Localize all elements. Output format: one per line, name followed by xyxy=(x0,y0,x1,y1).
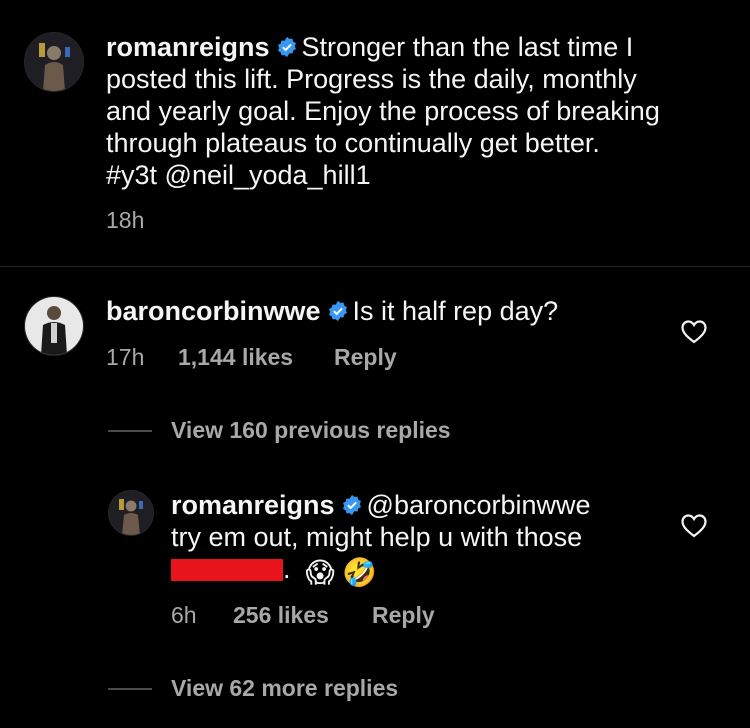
reply-reply-label[interactable]: Reply xyxy=(372,602,435,628)
view-more-replies[interactable]: View 62 more replies xyxy=(171,675,398,702)
heart-outline-icon[interactable] xyxy=(681,320,707,344)
reply-likes-count[interactable]: 256 likes xyxy=(233,602,329,628)
caption-line-1: Stronger than the last time I xyxy=(301,32,634,62)
caption-line-3: and yearly goal. Enjoy the process of br… xyxy=(106,96,660,126)
reply-mention[interactable]: @baroncorbinwwe xyxy=(367,490,591,520)
view-previous-replies-label[interactable]: View 160 previous replies xyxy=(171,417,451,443)
reply-time: 6h xyxy=(171,602,197,628)
heart-outline-icon[interactable] xyxy=(681,514,707,538)
caption-line-2: posted this lift. Progress is the daily,… xyxy=(106,64,637,94)
comment-time: 17h xyxy=(106,344,145,370)
reply-username[interactable]: romanreigns xyxy=(171,490,335,520)
view-previous-replies[interactable]: View 160 previous replies xyxy=(171,417,451,444)
thread-line xyxy=(108,688,152,690)
verified-badge-icon xyxy=(342,494,361,516)
redaction-bar xyxy=(171,559,283,581)
post-avatar[interactable] xyxy=(24,32,84,92)
comment-username[interactable]: baroncorbinwwe xyxy=(106,296,321,326)
reply-punctuation: . xyxy=(283,554,291,584)
reply-text: try em out, might help u with those xyxy=(171,522,583,552)
verified-badge-icon xyxy=(328,300,347,322)
comment-body: baroncorbinwwe Is it half rep day? xyxy=(106,295,558,327)
rolling-laughing-emoji: 🤣 xyxy=(342,557,378,588)
view-more-replies-label[interactable]: View 62 more replies xyxy=(171,675,398,701)
caption-line-5[interactable]: #y3t @neil_yoda_hill1 xyxy=(106,160,371,190)
caption-line-4: through plateaus to continually get bett… xyxy=(106,128,600,158)
comment-text: Is it half rep day? xyxy=(352,296,559,326)
reply-avatar[interactable] xyxy=(108,490,154,536)
comment-reply-label[interactable]: Reply xyxy=(334,344,397,370)
screaming-face-emoji: 😱 xyxy=(305,557,335,588)
reply-likes[interactable]: 256 likes xyxy=(233,602,329,629)
comment-avatar[interactable] xyxy=(24,296,84,356)
comment-likes-count[interactable]: 1,144 likes xyxy=(178,344,293,370)
comment-reply-button[interactable]: Reply xyxy=(334,344,397,371)
verified-badge-icon xyxy=(277,36,296,58)
post-caption: romanreigns Stronger than the last time I… xyxy=(106,31,726,191)
post-time: 18h xyxy=(106,207,145,233)
reply-body: romanreigns @baroncorbinwwe try em out, m… xyxy=(171,489,641,587)
comment-likes[interactable]: 1,144 likes xyxy=(178,344,293,371)
post-username[interactable]: romanreigns xyxy=(106,32,270,62)
divider xyxy=(0,266,750,267)
reply-reply-button[interactable]: Reply xyxy=(372,602,435,629)
thread-line xyxy=(108,430,152,432)
